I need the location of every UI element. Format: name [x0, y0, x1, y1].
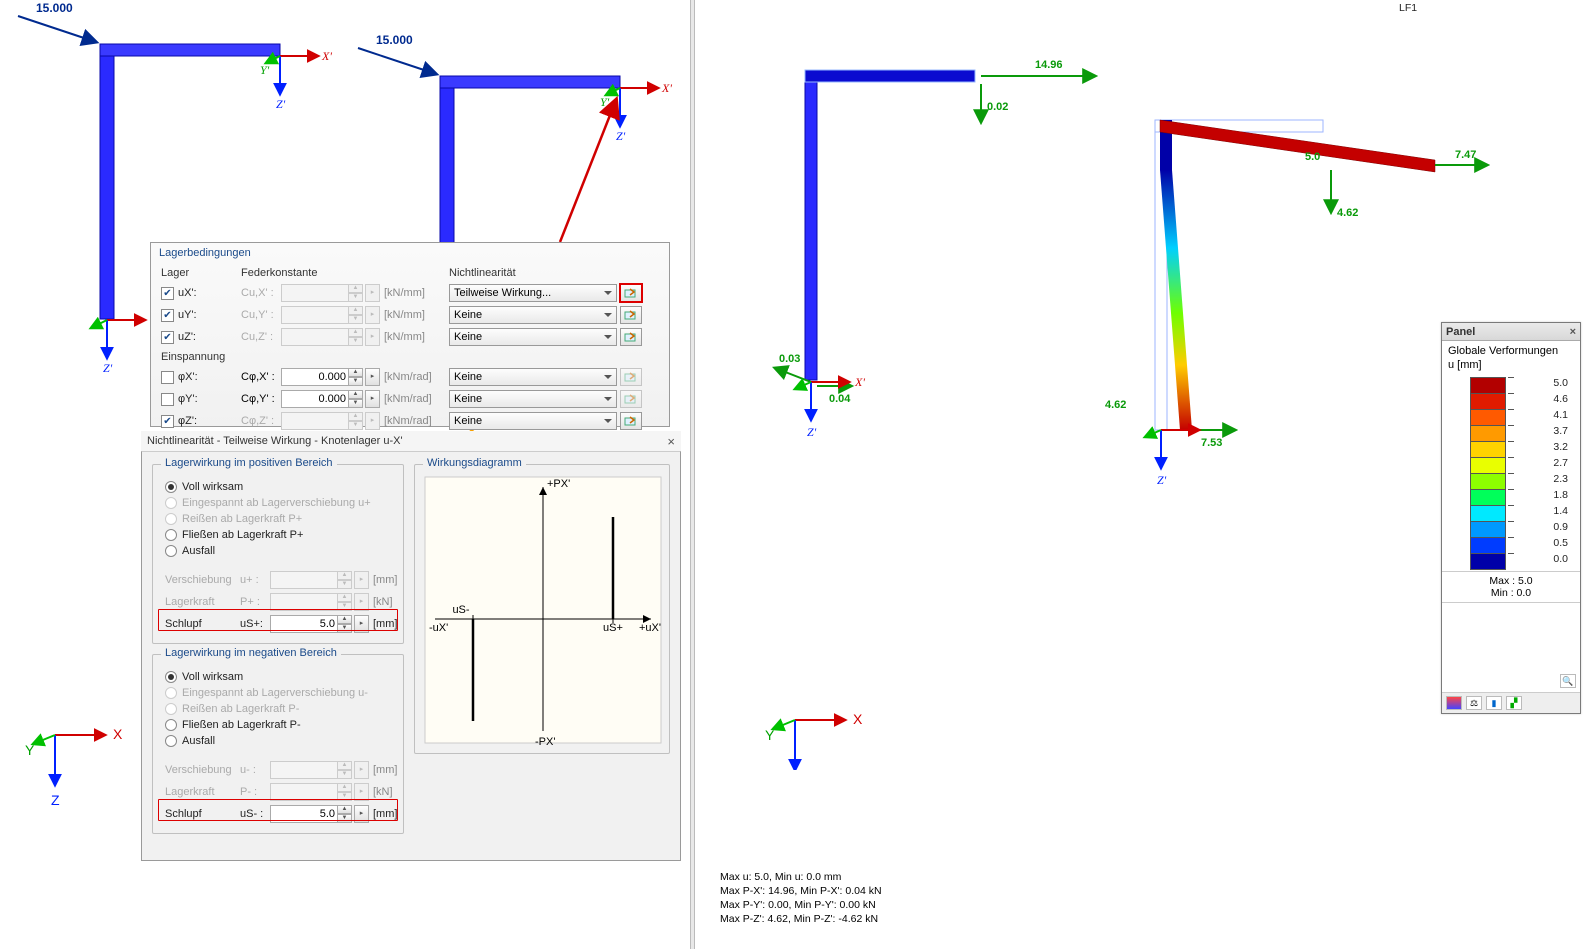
section-icon[interactable]: ▮	[1486, 696, 1502, 710]
spring-input-φY'[interactable]: 0.000	[281, 390, 349, 408]
svg-text:+PX': +PX'	[547, 478, 570, 490]
svg-text:+uX': +uX'	[639, 622, 661, 634]
edit-nonlinearity-φY'[interactable]	[620, 390, 642, 408]
svg-text:Z': Z'	[807, 425, 817, 439]
spring-input-φZ'	[281, 412, 349, 430]
spring-input-φX'[interactable]: 0.000	[281, 368, 349, 386]
svg-text:uS-: uS-	[452, 604, 469, 616]
nonlinearity-combo-φZ'[interactable]: Keine	[449, 412, 617, 430]
slip-pos-row[interactable]: SchlupfuS+:5.0▲▼▸[mm]	[165, 615, 397, 633]
svg-text:Y: Y	[765, 727, 775, 743]
nonlinearity-combo-φY'[interactable]: Keine	[449, 390, 617, 408]
radio-ausfall-neg[interactable]: Ausfall	[165, 733, 215, 749]
svg-text:7.53: 7.53	[1201, 437, 1222, 449]
svg-text:7.47: 7.47	[1455, 149, 1476, 161]
svg-text:Y': Y'	[600, 95, 610, 109]
callout-arrow-red	[560, 100, 616, 242]
checkbox-φX'[interactable]	[161, 371, 174, 384]
global-axes-left: X Y Z	[15, 700, 135, 820]
svg-text:4.62: 4.62	[1337, 207, 1358, 219]
radio-voll-wirksam-pos[interactable]: Voll wirksam	[165, 479, 243, 495]
checkbox-φY'[interactable]	[161, 393, 174, 406]
svg-text:X': X'	[321, 49, 332, 63]
svg-text:0.02: 0.02	[987, 101, 1008, 113]
radio-ausfall-pos[interactable]: Ausfall	[165, 543, 215, 559]
svg-text:Y: Y	[25, 742, 35, 758]
nonlinearity-dialog: Lagerwirkung im positiven Bereich Voll w…	[141, 451, 681, 861]
slip-pos-input[interactable]: 5.0	[270, 615, 338, 633]
svg-text:Z': Z'	[616, 129, 626, 143]
radio-fliessen-pos[interactable]: Fließen ab Lagerkraft P+	[165, 527, 303, 543]
svg-text:Z': Z'	[1157, 473, 1167, 487]
svg-text:-uX': -uX'	[429, 622, 448, 634]
close-icon[interactable]: ×	[1570, 326, 1576, 338]
svg-text:uS+: uS+	[603, 622, 623, 634]
color-legend: 5.04.64.13.73.22.72.31.81.40.90.50.0	[1448, 377, 1574, 569]
radio-reissen-pos[interactable]: Reißen ab Lagerkraft P+	[165, 511, 302, 527]
support-conditions-dialog: Lagerbedingungen Lager Federkonstante Ni…	[150, 242, 670, 427]
radio-eingespannt-neg[interactable]: Eingespannt ab Lagerverschiebung u-	[165, 685, 368, 701]
zoom-icon[interactable]: 🔍	[1560, 674, 1576, 688]
svg-text:14.96: 14.96	[1035, 59, 1063, 71]
close-icon[interactable]: ×	[667, 434, 675, 449]
nonlinearity-dialog-title: Nichtlinearität - Teilweise Wirkung - Kn…	[141, 431, 681, 451]
load-label-2: 15.000	[376, 33, 413, 47]
slip-neg-row[interactable]: SchlupfuS- :5.0▲▼▸[mm]	[165, 805, 397, 823]
edit-nonlinearity-φZ'[interactable]	[620, 412, 642, 430]
svg-text:Y': Y'	[260, 63, 270, 77]
results-panel[interactable]: Panel× Globale Verformungen u [mm] 5.04.…	[1441, 322, 1581, 714]
scale-icon[interactable]: ⚖	[1466, 696, 1482, 710]
svg-text:-PX': -PX'	[535, 736, 555, 748]
load-label-1: 15.000	[36, 1, 73, 15]
svg-text:Z': Z'	[103, 361, 113, 375]
svg-text:X': X'	[661, 81, 672, 95]
checkbox-φZ'[interactable]: ✔	[161, 415, 174, 428]
result-statistics: Max u: 5.0, Min u: 0.0 mm Max P-X': 14.9…	[720, 870, 882, 926]
effect-diagram: +PX' -PX' uS- uS+ +uX' -uX'	[417, 469, 669, 751]
radio-fliessen-neg[interactable]: Fließen ab Lagerkraft P-	[165, 717, 301, 733]
svg-text:Z': Z'	[276, 97, 286, 111]
svg-text:X: X	[113, 726, 123, 742]
edit-nonlinearity-φX'[interactable]	[620, 368, 642, 386]
radio-eingespannt-pos[interactable]: Eingespannt ab Lagerverschiebung u+	[165, 495, 371, 511]
graph-icon[interactable]: ▞	[1506, 696, 1522, 710]
colormap-icon[interactable]	[1446, 696, 1462, 710]
svg-text:X': X'	[854, 375, 865, 389]
radio-voll-wirksam-neg[interactable]: Voll wirksam	[165, 669, 243, 685]
svg-text:X: X	[853, 711, 863, 727]
svg-text:5.0: 5.0	[1305, 151, 1320, 163]
svg-text:Z: Z	[51, 792, 60, 808]
svg-text:0.04: 0.04	[829, 393, 851, 405]
svg-text:4.62: 4.62	[1105, 399, 1126, 411]
nonlinearity-combo-φX'[interactable]: Keine	[449, 368, 617, 386]
radio-reissen-neg[interactable]: Reißen ab Lagerkraft P-	[165, 701, 299, 717]
slip-neg-input[interactable]: 5.0	[270, 805, 338, 823]
svg-text:0.03: 0.03	[779, 353, 800, 365]
panel-title-bar[interactable]: Panel×	[1442, 323, 1580, 341]
